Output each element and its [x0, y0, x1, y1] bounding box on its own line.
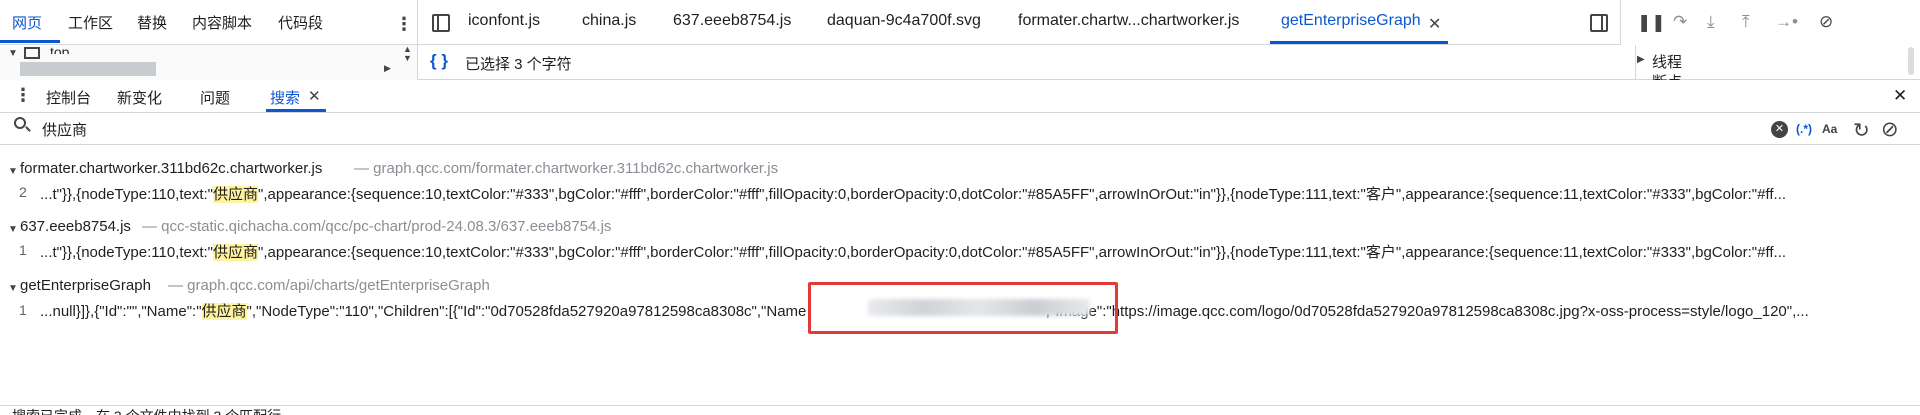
- deactivate-breakpoints-icon[interactable]: ⊘: [1819, 13, 1833, 30]
- scroll-arrows-icon[interactable]: ▲ ▼: [403, 45, 412, 63]
- scrollbar[interactable]: [1908, 47, 1914, 75]
- tab-search[interactable]: 搜索: [270, 87, 300, 108]
- page-tree: ▼ top ▶ ▲ ▼: [0, 44, 418, 80]
- drawer-menu-icon[interactable]: ⋮: [14, 86, 32, 104]
- match-highlight: 供应商: [201, 303, 247, 320]
- file-tab-iconfont[interactable]: iconfont.js: [468, 12, 540, 30]
- step-icon[interactable]: →•: [1775, 13, 1798, 30]
- line-number: 1: [19, 242, 27, 258]
- threads-header[interactable]: 线程: [1652, 51, 1682, 72]
- result-match-line[interactable]: ...t"}},{nodeType:110,text:"供应商",appeara…: [40, 183, 1920, 204]
- collapse-arrow-icon[interactable]: ▶: [1637, 54, 1645, 65]
- line-number: 1: [19, 302, 27, 318]
- selection-status: 已选择 3 个字符: [465, 56, 572, 73]
- file-tab-china[interactable]: china.js: [582, 12, 636, 30]
- more-tabs-icon[interactable]: ⋮: [395, 15, 413, 33]
- match-highlight: 供应商: [213, 186, 259, 203]
- tab-page[interactable]: 网页: [12, 12, 42, 33]
- tab-console[interactable]: 控制台: [46, 87, 91, 108]
- refresh-icon[interactable]: ↻: [1853, 118, 1870, 143]
- tab-issues[interactable]: 问题: [200, 87, 230, 108]
- search-input[interactable]: [42, 118, 1732, 140]
- tab-changes[interactable]: 新变化: [117, 87, 162, 108]
- pretty-print-icon[interactable]: { }: [430, 51, 448, 71]
- clear-results-icon[interactable]: ⊘: [1881, 117, 1899, 142]
- expand-arrow-icon[interactable]: ▼: [8, 48, 18, 59]
- file-tab-getenterprisegraph[interactable]: getEnterpriseGraph: [1281, 12, 1421, 30]
- tree-scroll-right-icon[interactable]: ▶: [384, 63, 391, 74]
- regex-toggle[interactable]: (.*): [1796, 122, 1812, 136]
- close-search-tab-icon[interactable]: ✕: [308, 87, 321, 105]
- expand-arrow-icon[interactable]: ▼: [8, 224, 18, 235]
- active-tab-indicator: [0, 40, 60, 43]
- active-drawer-tab-indicator: [266, 109, 326, 112]
- debugger-toolbar: ❚❚ ↷ ⤓ ⤒ →• ⊘: [1620, 0, 1920, 45]
- next-section-header[interactable]: 断点: [1652, 71, 1682, 80]
- result-file-name[interactable]: formater.chartworker.311bd62c.chartworke…: [20, 160, 322, 177]
- close-drawer-icon[interactable]: ✕: [1893, 86, 1907, 106]
- step-over-icon[interactable]: ↷: [1673, 13, 1687, 30]
- tab-workspace[interactable]: 工作区: [68, 12, 113, 33]
- result-file-name[interactable]: getEnterpriseGraph: [20, 277, 151, 294]
- threads-pane: ▶ 线程 断点: [1635, 45, 1920, 80]
- navigator-tabs: 网页 工作区 替换 内容脚本 代码段 ⋮: [0, 0, 418, 45]
- result-file-url: — graph.qcc.com/formater.chartworker.311…: [354, 160, 779, 177]
- file-tab-formater[interactable]: formater.chartw...chartworker.js: [1018, 12, 1239, 30]
- step-into-icon[interactable]: ⤓: [1707, 13, 1715, 30]
- line-number: 2: [19, 184, 27, 200]
- result-file-url: — qcc-static.qichacha.com/qcc/pc-chart/p…: [142, 218, 612, 235]
- tab-snippets[interactable]: 代码段: [278, 12, 323, 33]
- result-match-line[interactable]: ...t"}},{nodeType:110,text:"供应商",appeara…: [40, 241, 1920, 262]
- result-file-url: — graph.qcc.com/api/charts/getEnterprise…: [168, 277, 490, 294]
- search-status: 搜索已完成。在 3 个文件中找到 3 个匹配行。: [12, 406, 295, 415]
- pause-icon[interactable]: ❚❚: [1637, 14, 1666, 31]
- expand-arrow-icon[interactable]: ▼: [8, 283, 18, 294]
- expand-arrow-icon[interactable]: ▼: [8, 166, 18, 177]
- clear-search-icon[interactable]: ✕: [1771, 121, 1788, 138]
- annotation-highlight-box: [808, 282, 1118, 334]
- step-out-icon[interactable]: ⤒: [1742, 13, 1750, 30]
- match-case-toggle[interactable]: Aa: [1822, 122, 1837, 136]
- file-tab-daquan[interactable]: daquan-9c4a700f.svg: [827, 12, 981, 30]
- active-file-tab-indicator: [1270, 41, 1448, 44]
- tab-overrides[interactable]: 替换: [137, 12, 167, 33]
- toggle-debugger-icon[interactable]: [1590, 14, 1608, 32]
- toggle-navigator-icon[interactable]: [432, 14, 450, 32]
- close-tab-icon[interactable]: ✕: [1428, 14, 1441, 34]
- match-highlight: 供应商: [213, 244, 259, 261]
- tree-item-placeholder: [20, 62, 156, 76]
- file-tab-637[interactable]: 637.eeeb8754.js: [673, 12, 791, 30]
- frame-label[interactable]: top: [50, 44, 69, 54]
- tab-content-scripts[interactable]: 内容脚本: [192, 12, 252, 33]
- search-icon: [14, 117, 31, 132]
- result-file-name[interactable]: 637.eeeb8754.js: [20, 218, 131, 235]
- frame-icon: [24, 47, 40, 59]
